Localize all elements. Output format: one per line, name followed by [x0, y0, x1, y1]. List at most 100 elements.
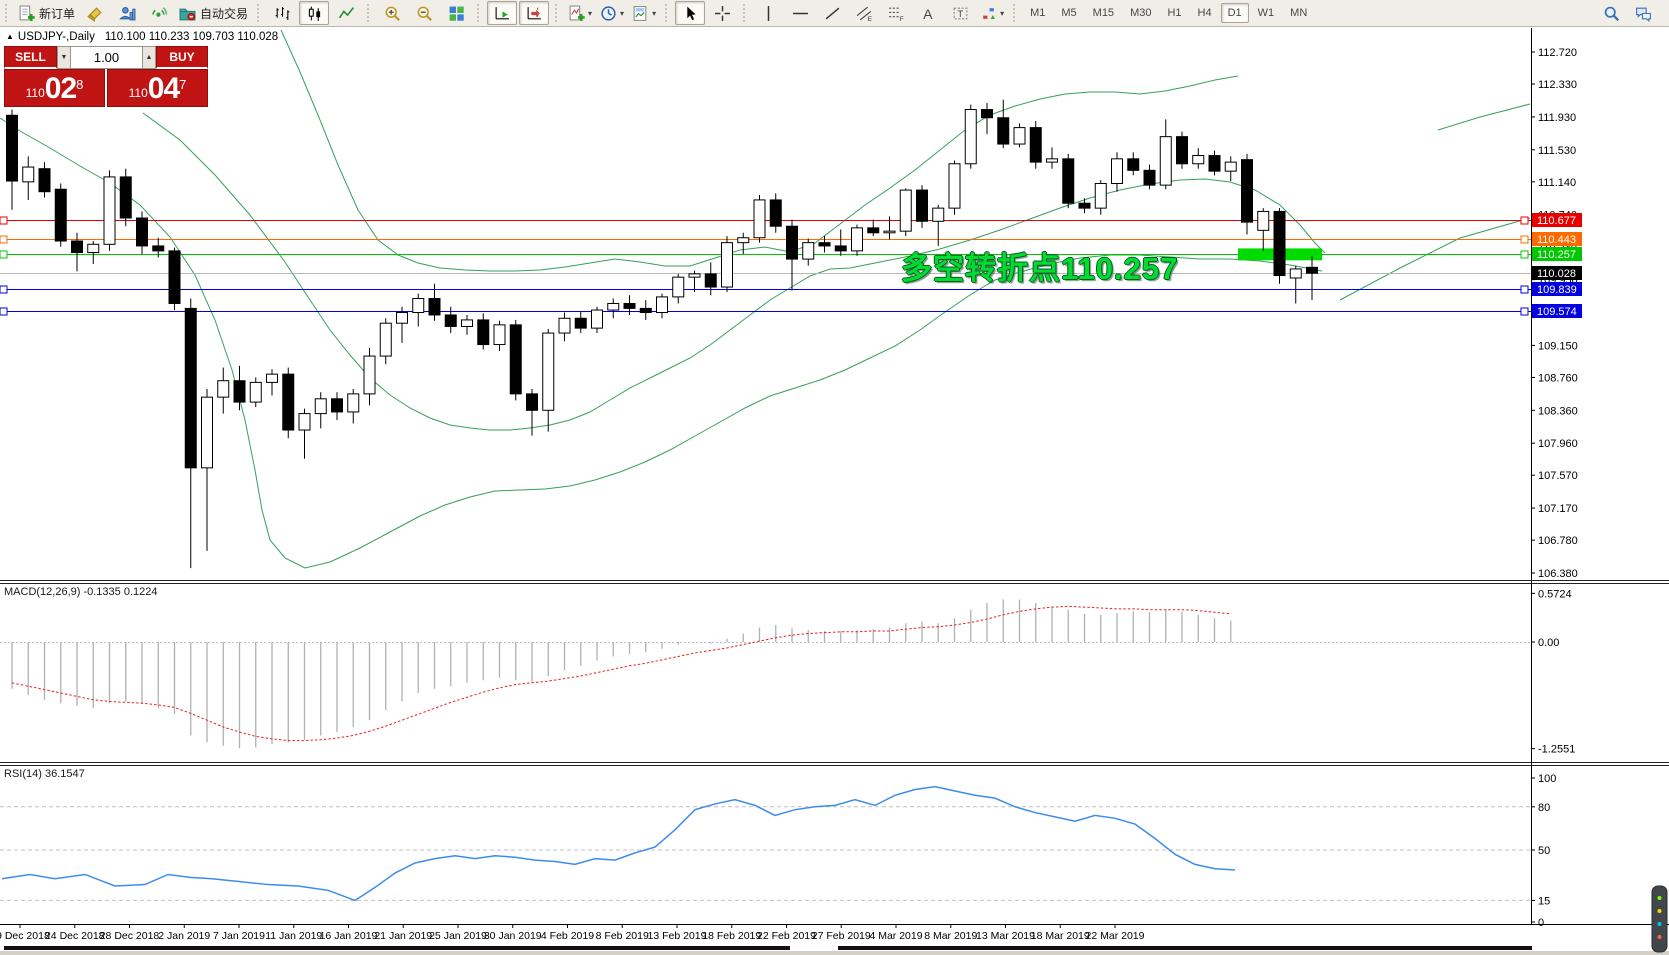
channel-button[interactable] — [849, 1, 879, 25]
toolbar-grip[interactable] — [1013, 4, 1018, 22]
date-tick-label: 18 Feb 2019 — [702, 930, 761, 942]
chat-button[interactable] — [1628, 1, 1658, 25]
price-line-label-109.839: 109.839 — [1532, 282, 1582, 296]
volume-input[interactable]: 1.00 — [71, 46, 142, 69]
date-tick-label: 8 Mar 2019 — [924, 930, 977, 942]
chart-profile-button[interactable] — [80, 1, 110, 25]
line-handle[interactable] — [1520, 307, 1529, 316]
profiles-button[interactable] — [112, 1, 142, 25]
line-chart-button[interactable] — [331, 1, 361, 25]
toolbar-grip[interactable] — [477, 4, 482, 22]
volume-up-button[interactable]: ▲ — [142, 46, 156, 69]
timeframe-mn-button[interactable]: MN — [1283, 3, 1314, 23]
vline-button[interactable] — [753, 1, 783, 25]
zoom-out-button[interactable] — [409, 1, 439, 25]
candle-bull — [396, 312, 408, 324]
candle-bear — [184, 307, 197, 469]
autotrade-button[interactable]: 自动交易 — [176, 1, 251, 25]
collapse-triangle-icon[interactable]: ▲ — [6, 32, 14, 41]
timeframe-h4-button[interactable]: H4 — [1191, 3, 1219, 23]
line-handle[interactable] — [1520, 285, 1529, 294]
buy-button[interactable]: BUY — [156, 46, 208, 69]
timeframe-m5-button[interactable]: M5 — [1054, 3, 1083, 23]
bar-chart-button[interactable] — [267, 1, 297, 25]
trendline-button[interactable] — [817, 1, 847, 25]
toolbar-grip[interactable] — [257, 4, 262, 22]
line-handle[interactable] — [1520, 235, 1529, 244]
timeframe-m1-button[interactable]: M1 — [1023, 3, 1052, 23]
toolbar-grip[interactable] — [367, 4, 372, 22]
chart-shift-button[interactable] — [519, 1, 550, 25]
timeframe-d1-button[interactable]: D1 — [1220, 3, 1249, 23]
label-button[interactable] — [945, 1, 975, 25]
cursor-icon — [682, 5, 699, 22]
chevron-down-icon[interactable]: ▾ — [620, 9, 624, 18]
timeframe-w1-button[interactable]: W1 — [1251, 3, 1282, 23]
line-handle[interactable] — [0, 250, 8, 259]
timeframe-h1-button[interactable]: H1 — [1160, 3, 1188, 23]
timeframe-m30-button[interactable]: M30 — [1123, 3, 1158, 23]
candle-bull — [932, 207, 945, 222]
chevron-down-icon[interactable]: ▾ — [588, 9, 592, 18]
candle-bear — [834, 245, 847, 252]
price-tick-label: 108.360 — [1538, 405, 1578, 417]
candle-bear — [38, 168, 51, 193]
fibonacci-button[interactable] — [881, 1, 911, 25]
tile-windows-button[interactable] — [441, 1, 471, 25]
rsi-tick-label: 50 — [1538, 845, 1550, 857]
line-handle[interactable] — [0, 285, 8, 294]
volume-down-button[interactable]: ▼ — [57, 46, 71, 69]
hline-button[interactable] — [785, 1, 815, 25]
arrows-button[interactable]: ▾ — [977, 1, 1007, 25]
buy-price-tile[interactable]: 110 04 7 — [107, 69, 208, 107]
window-splitter[interactable] — [838, 946, 1532, 950]
candle-bear — [233, 380, 246, 403]
templates-button[interactable]: ▾ — [629, 1, 659, 25]
search-button[interactable] — [1596, 1, 1626, 25]
candle-bull — [347, 393, 360, 413]
price-line-label-110.028: 110.028 — [1532, 266, 1582, 280]
line-handle[interactable] — [0, 235, 8, 244]
text-button[interactable] — [913, 1, 943, 25]
indicators-button[interactable]: ▾ — [565, 1, 595, 25]
candle-bear — [981, 109, 993, 119]
toolbar-grip[interactable] — [5, 4, 10, 22]
candlestick-button[interactable] — [299, 1, 330, 25]
toolbar-grip[interactable] — [555, 4, 560, 22]
candle-bull — [201, 396, 213, 469]
ohlc-values: 110.100 110.233 109.703 110.028 — [104, 31, 279, 43]
data-window-button[interactable] — [144, 1, 174, 25]
line-handle[interactable] — [0, 307, 8, 316]
candle-bear — [1241, 159, 1253, 223]
window-splitter[interactable] — [4, 946, 790, 950]
toolbar-grip[interactable] — [743, 4, 748, 22]
crosshair-button[interactable] — [707, 1, 737, 25]
line-handle[interactable] — [0, 216, 8, 225]
new-order-button[interactable]: 新订单 — [15, 1, 78, 25]
cursor-button[interactable] — [675, 1, 706, 25]
corner-widget[interactable] — [1651, 885, 1668, 953]
timeframe-m15-button[interactable]: M15 — [1086, 3, 1121, 23]
candle-bull — [1257, 210, 1270, 231]
candle-bull — [314, 398, 327, 415]
toolbar-grip[interactable] — [665, 4, 670, 22]
price-line-label-110.677: 110.677 — [1532, 213, 1582, 227]
price-tick-label: 111.530 — [1538, 145, 1576, 157]
price-tick-label: 107.570 — [1538, 470, 1578, 482]
date-tick-label: 30 Jan 2019 — [484, 930, 542, 942]
pivot-annotation-text[interactable]: 多空转折点110.257 — [901, 243, 1178, 288]
candle-bull — [948, 163, 961, 209]
line-handle[interactable] — [1520, 216, 1529, 225]
line-handle[interactable] — [1520, 250, 1529, 259]
zoom-in-button[interactable] — [377, 1, 407, 25]
sell-price-tile[interactable]: 110 02 8 — [4, 69, 105, 107]
periods-button[interactable]: ▾ — [597, 1, 627, 25]
chart-canvas[interactable]: 112.720112.330111.930111.530111.140110.7… — [0, 0, 1669, 955]
sell-button[interactable]: SELL — [4, 46, 57, 69]
candle-bear — [574, 317, 587, 329]
candle-bull — [87, 243, 100, 254]
auto-scroll-button[interactable] — [487, 1, 518, 25]
chevron-down-icon[interactable]: ▾ — [1000, 9, 1004, 18]
chevron-down-icon[interactable]: ▾ — [652, 9, 656, 18]
candle-bull — [964, 109, 977, 165]
